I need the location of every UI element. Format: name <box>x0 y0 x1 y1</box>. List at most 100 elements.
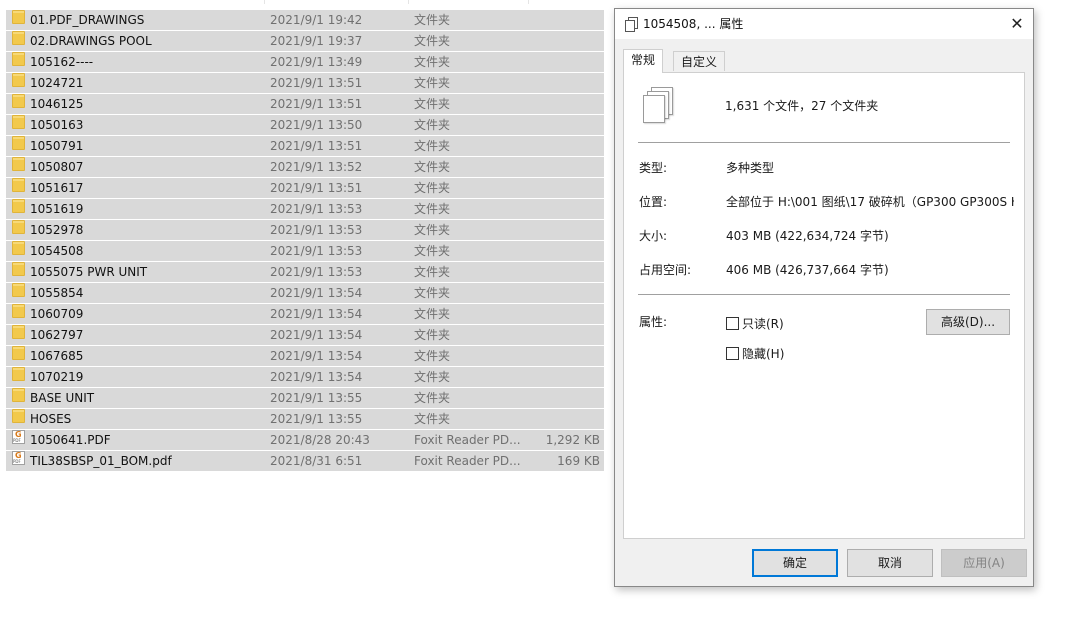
file-size: 1,292 KB <box>545 433 600 447</box>
file-row[interactable]: 1050641.PDF 2021/8/28 20:43 Foxit Reader P… <box>6 430 604 450</box>
attributes-label: 属性: <box>639 315 668 329</box>
file-date: 2021/9/1 19:37 <box>270 34 363 48</box>
file-row[interactable]: 1070219 2021/9/1 13:54 文件夹 <box>6 367 604 387</box>
readonly-label: 只读(R) <box>742 317 784 331</box>
tab-custom[interactable]: 自定义 <box>673 51 726 71</box>
folder-icon <box>12 94 25 108</box>
hidden-label: 隐藏(H) <box>742 347 785 361</box>
file-type: 文件夹 <box>414 139 451 153</box>
file-row[interactable]: 1060709 2021/9/1 13:54 文件夹 <box>6 304 604 324</box>
checkbox-box[interactable] <box>726 347 739 360</box>
file-date: 2021/8/31 6:51 <box>270 454 363 468</box>
file-name: 1051617 <box>30 181 84 195</box>
pdf-icon <box>12 451 25 465</box>
file-row[interactable]: 1062797 2021/9/1 13:54 文件夹 <box>6 325 604 345</box>
type-value[interactable]: 多种类型 <box>726 160 774 176</box>
file-row[interactable]: 1051617 2021/9/1 13:51 文件夹 <box>6 178 604 198</box>
file-name: 1055854 <box>30 286 84 300</box>
file-name: 1024721 <box>30 76 84 90</box>
file-type: 文件夹 <box>414 34 451 48</box>
file-row[interactable]: BASE UNIT 2021/9/1 13:55 文件夹 <box>6 388 604 408</box>
folder-icon <box>12 409 25 423</box>
advanced-button[interactable]: 高级(D)... <box>926 309 1010 335</box>
location-value[interactable]: 全部位于 H:\001 图纸\17 破碎机（GP300 GP300S H <box>726 194 1014 210</box>
size-label: 大小: <box>639 229 668 243</box>
tab-general[interactable]: 常规 <box>623 49 664 73</box>
apply-button[interactable]: 应用(A) <box>941 549 1027 577</box>
file-type: Foxit Reader PD... <box>414 454 521 468</box>
hidden-checkbox[interactable]: 隐藏(H) <box>726 346 784 362</box>
file-row[interactable]: 105162---- 2021/9/1 13:49 文件夹 <box>6 52 604 72</box>
file-name: 1052978 <box>30 223 84 237</box>
folder-icon <box>12 52 25 66</box>
file-type: Foxit Reader PD... <box>414 433 521 447</box>
disk-size-label: 占用空间: <box>639 263 692 277</box>
file-date: 2021/9/1 13:54 <box>270 370 363 384</box>
disk-size-value[interactable]: 406 MB (426,737,664 字节) <box>726 262 889 278</box>
file-name: 01.PDF_DRAWINGS <box>30 13 145 27</box>
file-type: 文件夹 <box>414 13 451 27</box>
file-name: 1050641.PDF <box>30 433 111 447</box>
file-row[interactable]: 1052978 2021/9/1 13:53 文件夹 <box>6 220 604 240</box>
location-label: 位置: <box>639 195 668 209</box>
file-row[interactable]: 1046125 2021/9/1 13:51 文件夹 <box>6 94 604 114</box>
cancel-button[interactable]: 取消 <box>847 549 933 577</box>
file-type: 文件夹 <box>414 223 451 237</box>
folder-icon <box>12 304 25 318</box>
file-date: 2021/9/1 13:51 <box>270 76 363 90</box>
file-date: 2021/9/1 13:54 <box>270 286 363 300</box>
list-header-dividers <box>6 0 604 4</box>
folder-icon <box>12 136 25 150</box>
file-name: 105162---- <box>30 55 94 69</box>
ok-button[interactable]: 确定 <box>752 549 838 577</box>
file-date: 2021/9/1 13:53 <box>270 244 363 258</box>
file-row[interactable]: 1054508 2021/9/1 13:53 文件夹 <box>6 241 604 261</box>
folder-icon <box>12 283 25 297</box>
file-date: 2021/9/1 19:42 <box>270 13 363 27</box>
type-label: 类型: <box>639 161 668 175</box>
file-date: 2021/8/28 20:43 <box>270 433 370 447</box>
file-name: 1051619 <box>30 202 84 216</box>
file-date: 2021/9/1 13:54 <box>270 307 363 321</box>
checkbox-box[interactable] <box>726 317 739 330</box>
folder-icon <box>12 220 25 234</box>
size-value[interactable]: 403 MB (422,634,724 字节) <box>726 228 889 244</box>
file-row[interactable]: 1067685 2021/9/1 13:54 文件夹 <box>6 346 604 366</box>
file-date: 2021/9/1 13:53 <box>270 202 363 216</box>
file-row[interactable]: 1055075 PWR UNIT 2021/9/1 13:53 文件夹 <box>6 262 604 282</box>
file-type: 文件夹 <box>414 370 451 384</box>
folder-icon <box>12 178 25 192</box>
file-row[interactable]: 1050163 2021/9/1 13:50 文件夹 <box>6 115 604 135</box>
general-panel: 1,631 个文件，27 个文件夹 类型: 多种类型 位置: 全部位于 H:\0… <box>623 72 1025 539</box>
file-name: 1062797 <box>30 328 84 342</box>
file-date: 2021/9/1 13:54 <box>270 349 363 363</box>
folder-icon <box>12 241 25 255</box>
file-row[interactable]: 1055854 2021/9/1 13:54 文件夹 <box>6 283 604 303</box>
file-row[interactable]: HOSES 2021/9/1 13:55 文件夹 <box>6 409 604 429</box>
file-date: 2021/9/1 13:52 <box>270 160 363 174</box>
file-name: 1067685 <box>30 349 84 363</box>
folder-icon <box>12 367 25 381</box>
readonly-checkbox[interactable]: 只读(R) <box>726 316 784 332</box>
folder-icon <box>12 388 25 402</box>
file-row[interactable]: 02.DRAWINGS POOL 2021/9/1 19:37 文件夹 <box>6 31 604 51</box>
file-date: 2021/9/1 13:55 <box>270 412 363 426</box>
file-row[interactable]: 1024721 2021/9/1 13:51 文件夹 <box>6 73 604 93</box>
file-row[interactable]: 1050807 2021/9/1 13:52 文件夹 <box>6 157 604 177</box>
file-row[interactable]: 01.PDF_DRAWINGS 2021/9/1 19:42 文件夹 <box>6 10 604 30</box>
divider <box>638 142 1010 144</box>
file-type: 文件夹 <box>414 412 451 426</box>
dialog-titlebar[interactable]: 1054508, ... 属性 ✕ <box>615 9 1033 39</box>
file-date: 2021/9/1 13:51 <box>270 139 363 153</box>
file-row[interactable]: 1051619 2021/9/1 13:53 文件夹 <box>6 199 604 219</box>
dialog-title: 1054508, ... 属性 <box>643 17 744 31</box>
file-row[interactable]: TIL38SBSP_01_BOM.pdf 2021/8/31 6:51 Foxit … <box>6 451 604 471</box>
file-row[interactable]: 1050791 2021/9/1 13:51 文件夹 <box>6 136 604 156</box>
divider <box>638 294 1010 296</box>
close-button[interactable]: ✕ <box>1001 9 1033 39</box>
file-name: 1050807 <box>30 160 84 174</box>
file-name: 02.DRAWINGS POOL <box>30 34 152 48</box>
file-count-summary: 1,631 个文件，27 个文件夹 <box>725 99 879 113</box>
file-list: 01.PDF_DRAWINGS 2021/9/1 19:42 文件夹 02.DRAWI… <box>6 10 604 472</box>
file-name: 1050163 <box>30 118 84 132</box>
